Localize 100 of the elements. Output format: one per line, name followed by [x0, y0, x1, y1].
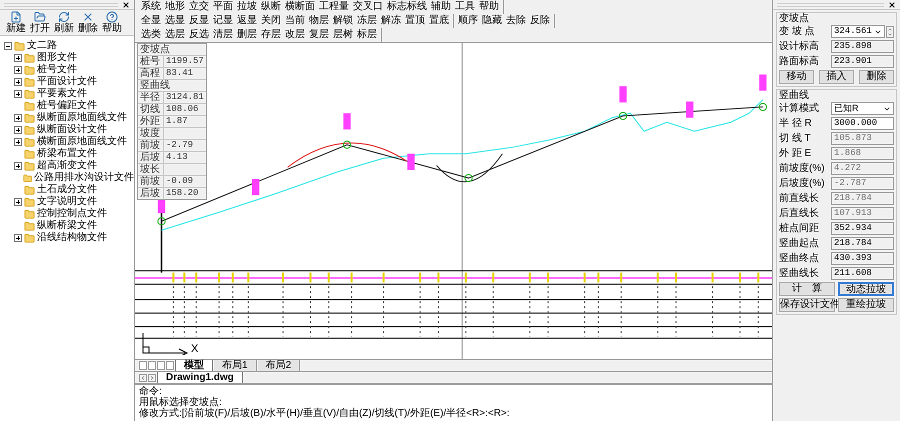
expand-icon[interactable] — [14, 114, 22, 122]
expand-icon[interactable] — [14, 162, 22, 170]
menu-item[interactable]: 工具 — [453, 0, 477, 14]
menu-item[interactable]: 隐藏 — [480, 14, 504, 28]
toolbar-button[interactable]: 帮助 — [100, 11, 124, 34]
menu-item[interactable]: 清层 — [211, 28, 235, 42]
menu-item[interactable]: 层树 — [331, 28, 355, 42]
layout-tab[interactable]: 布局2 — [258, 360, 300, 371]
tree-item[interactable]: 文二路 — [27, 40, 57, 52]
tab-prev-icon[interactable] — [139, 374, 147, 382]
menu-item[interactable]: 辅助 — [429, 0, 453, 14]
menu-item[interactable]: 反选 — [187, 28, 211, 42]
expand-icon[interactable] — [14, 126, 22, 134]
command-window[interactable]: 命令: 用鼠标选择变坡点: 修改方式:[沿前坡(F)/后坡(B)/水平(H)/垂直(V)/自由(Z)/切线(T)/外距(E)/半径<R>:<R>: — [135, 383, 772, 421]
vertex-marker[interactable] — [157, 217, 166, 226]
expand-icon[interactable] — [14, 198, 22, 206]
menu-item[interactable]: 拉坡 — [235, 0, 259, 14]
expand-icon[interactable] — [14, 66, 22, 74]
tree-item[interactable]: 土石成分文件 — [37, 184, 97, 196]
menu-item[interactable]: 关闭 — [259, 14, 283, 28]
value-combo[interactable]: 324.561 — [831, 25, 885, 38]
tree-item[interactable]: 桩号文件 — [37, 64, 77, 76]
toolbar-button[interactable]: 打开 — [28, 11, 52, 34]
menu-item[interactable]: 横断面 — [283, 0, 317, 14]
menu-item[interactable]: 选类 — [139, 28, 163, 42]
tree-item[interactable]: 桥梁布置文件 — [37, 148, 97, 160]
menu-item[interactable]: 存层 — [259, 28, 283, 42]
panel-button[interactable]: 动态拉坡 — [838, 282, 894, 296]
tree-item[interactable]: 沿线结构物文件 — [37, 232, 107, 244]
menu-item[interactable]: 标层 — [355, 28, 379, 42]
toolbar-button[interactable]: 刷新 — [52, 11, 76, 34]
tree-item[interactable]: 控制控制点文件 — [37, 208, 107, 220]
menu-item[interactable]: 立交 — [187, 0, 211, 14]
tree-item[interactable]: 公路用排水沟设计文件 — [34, 172, 134, 184]
tree-item[interactable]: 纵断桥梁文件 — [37, 220, 97, 232]
value-field[interactable]: 3000.000 — [831, 117, 894, 130]
menu-item[interactable]: 解锁 — [331, 14, 355, 28]
tree-item[interactable]: 桩号偏距文件 — [37, 100, 97, 112]
vertex-marker[interactable] — [464, 174, 473, 182]
menu-item[interactable]: 物层 — [307, 14, 331, 28]
menu-item[interactable]: 反显 — [187, 14, 211, 28]
expand-icon[interactable] — [14, 54, 22, 62]
layout-tab[interactable]: 模型 — [175, 360, 213, 372]
menu-item[interactable]: 复层 — [307, 28, 331, 42]
value-field[interactable]: 218.784 — [831, 237, 894, 250]
menu-item[interactable]: 顺序 — [456, 14, 480, 28]
expand-icon[interactable] — [14, 90, 22, 98]
panel-button[interactable]: 重绘拉坡 — [838, 298, 894, 312]
close-icon[interactable] — [888, 0, 896, 8]
expand-icon[interactable] — [14, 234, 22, 242]
menu-item[interactable]: 冻层 — [355, 14, 379, 28]
menu-item[interactable]: 选显 — [163, 14, 187, 28]
expand-icon[interactable] — [14, 78, 22, 86]
menu-item[interactable]: 去除 — [504, 14, 528, 28]
panel-button[interactable]: 移动 — [779, 70, 814, 84]
menu-item[interactable]: 纵断 — [259, 0, 283, 14]
menu-item[interactable]: 删层 — [235, 28, 259, 42]
tree-item[interactable]: 图形文件 — [37, 52, 77, 64]
expand-icon[interactable] — [14, 138, 22, 146]
menu-item[interactable]: 平面 — [211, 0, 235, 14]
panel-button[interactable]: 删除 — [859, 70, 894, 84]
menu-item[interactable]: 当前 — [283, 14, 307, 28]
menu-item[interactable]: 帮助 — [477, 0, 501, 14]
menu-item[interactable]: 改层 — [283, 28, 307, 42]
close-icon[interactable] — [122, 0, 130, 8]
menu-item[interactable]: 置顶 — [403, 14, 427, 28]
menu-item[interactable]: 置底 — [427, 14, 451, 28]
menu-item[interactable]: 交叉口 — [351, 0, 385, 14]
tree-item[interactable]: 超高渐变文件 — [37, 160, 97, 172]
tree-item[interactable]: 横断面原地面线文件 — [37, 136, 127, 148]
menu-item[interactable]: 选层 — [163, 28, 187, 42]
vertex-marker[interactable] — [618, 112, 628, 120]
menu-item[interactable]: 解冻 — [379, 14, 403, 28]
panel-button[interactable]: 计 算 — [779, 282, 835, 296]
file-tab[interactable]: Drawing1.dwg — [157, 372, 243, 383]
tab-next-icon[interactable] — [148, 374, 156, 382]
toolbar-button[interactable]: 删除 — [76, 11, 100, 34]
menu-item[interactable]: 记显 — [211, 14, 235, 28]
value-field[interactable]: 223.901 — [831, 55, 894, 68]
mode-select[interactable]: 已知R — [831, 102, 894, 115]
menu-item[interactable]: 地形 — [163, 0, 187, 14]
tree-item[interactable]: 文字说明文件 — [37, 196, 97, 208]
menu-item[interactable]: 全显 — [139, 14, 163, 28]
spin-button[interactable] — [886, 26, 894, 38]
menu-item[interactable]: 返显 — [235, 14, 259, 28]
tree-item[interactable]: 纵断面原地面线文件 — [37, 112, 127, 124]
menu-item[interactable]: 系统 — [139, 0, 163, 14]
drawing-canvas[interactable]: 变坡点 桩号 1199.57 高程 83.41 竖曲线 半径 3124.81 切线 108.06 外距 1.87 坡度 前坡 -2.79 后坡 4.13 坡长 前坡 -0.09 后坡 158.20 X — [135, 43, 772, 359]
value-field[interactable]: 211.608 — [831, 267, 894, 280]
tree-item[interactable]: 平面设计文件 — [37, 76, 97, 88]
value-field[interactable]: 430.393 — [831, 252, 894, 265]
menu-item[interactable]: 工程量 — [317, 0, 351, 14]
menu-item[interactable]: 标志标线 — [385, 0, 429, 14]
tree-item[interactable]: 平要素文件 — [37, 88, 87, 100]
tree-item[interactable]: 纵断面设计文件 — [37, 124, 107, 136]
layout-tab[interactable]: 布局1 — [214, 360, 257, 371]
vertex-marker[interactable] — [342, 140, 352, 149]
panel-button[interactable]: 插入 — [819, 70, 854, 84]
value-field[interactable]: 235.898 — [831, 40, 894, 53]
value-field[interactable]: 352.934 — [831, 222, 894, 235]
